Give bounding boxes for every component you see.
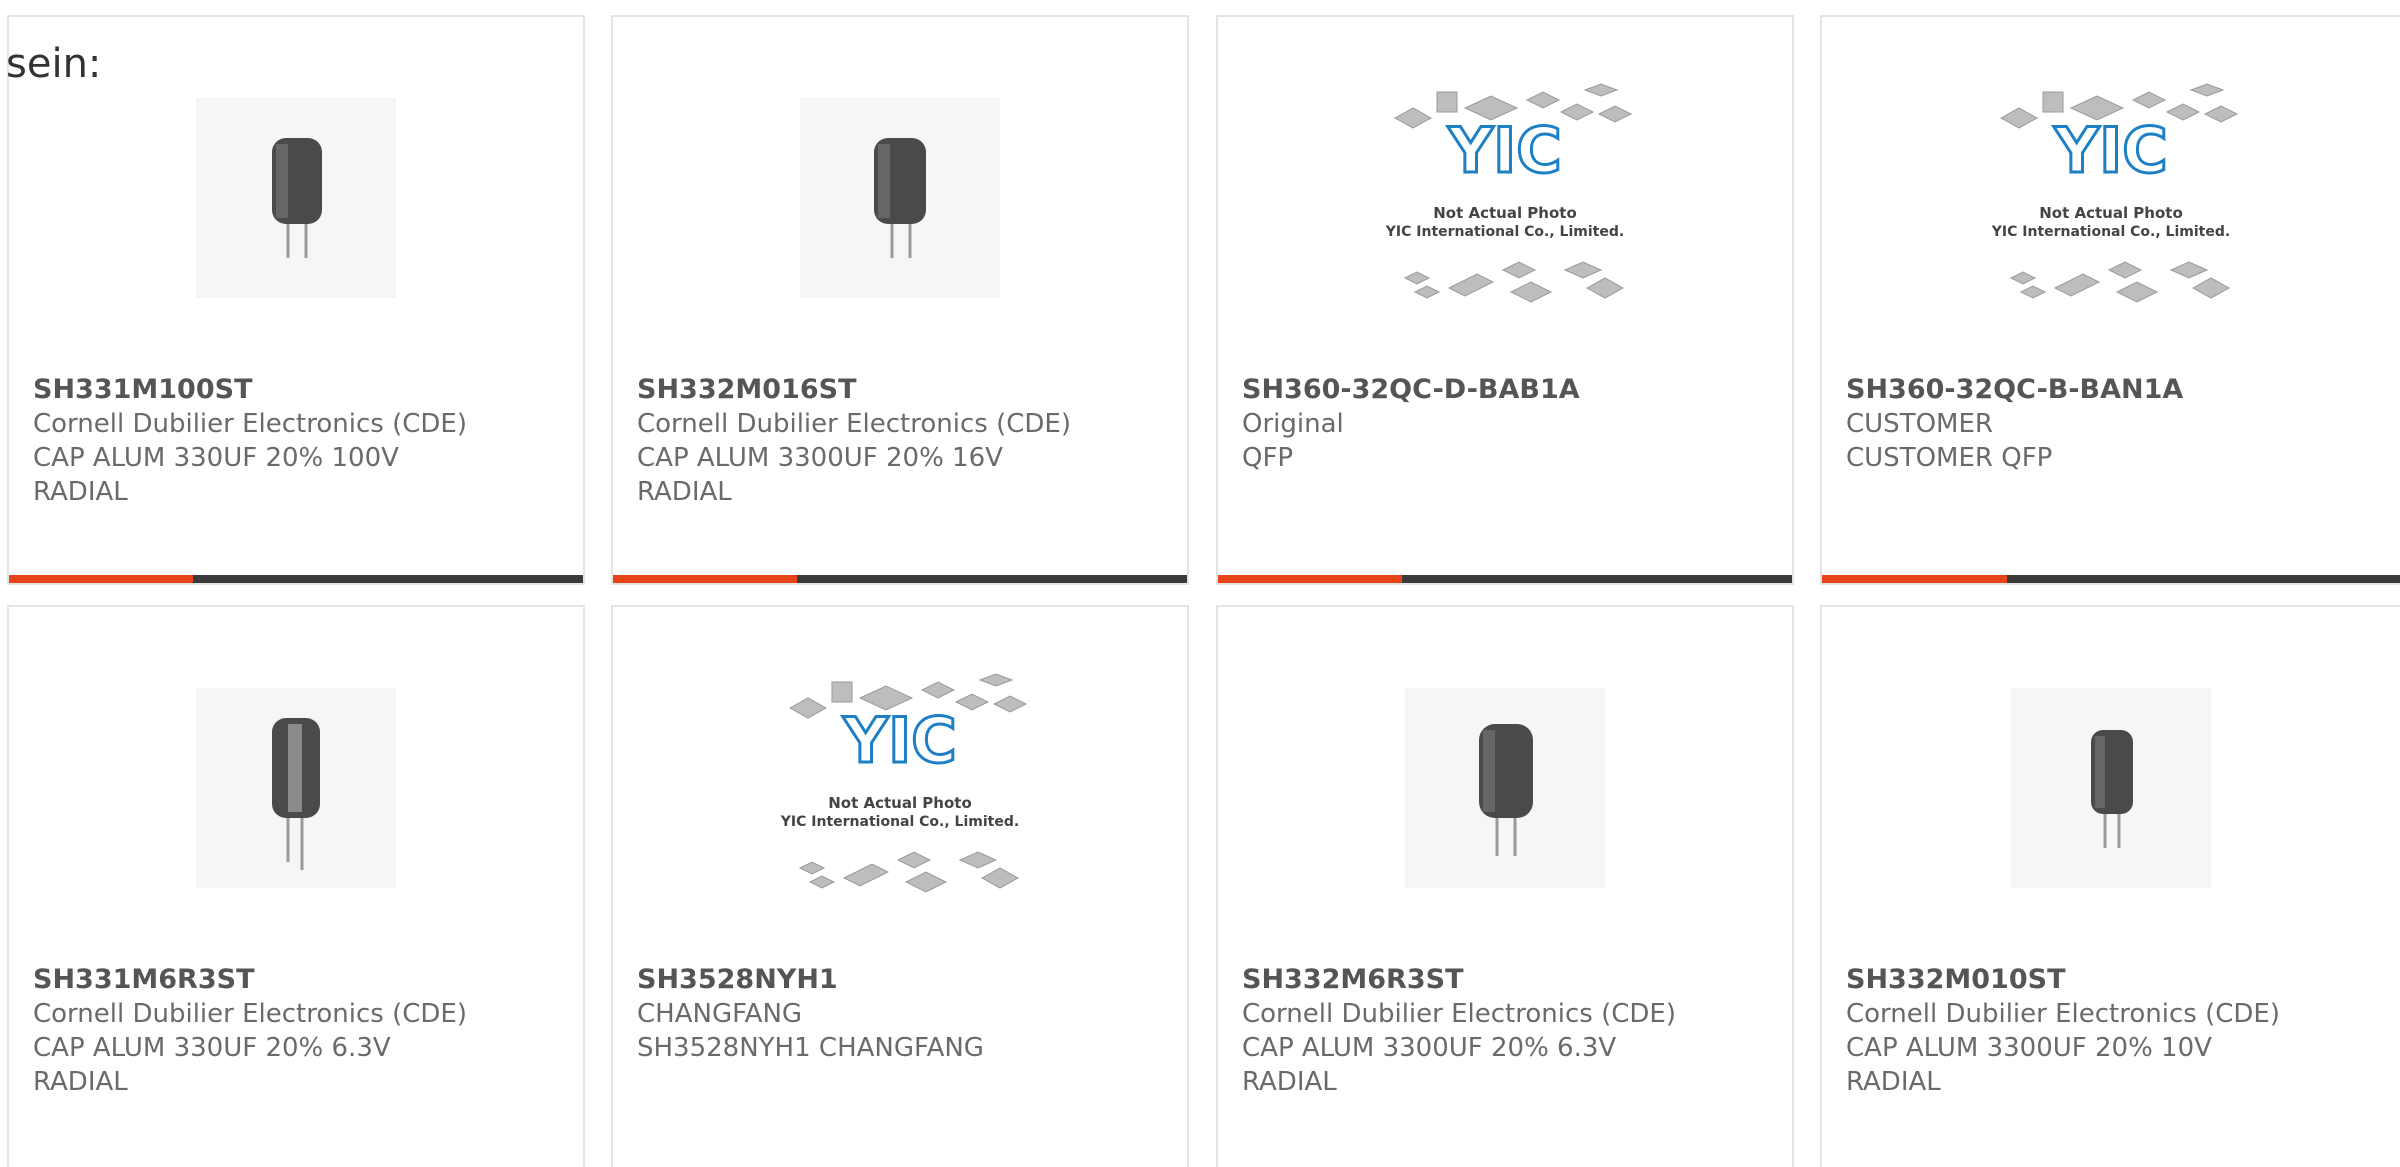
part-number[interactable]: SH360-32QC-D-BAB1A xyxy=(1242,373,1782,407)
product-image[interactable]: YIC Not Actual Photo YIC International C… xyxy=(613,673,1187,893)
capacitor-image xyxy=(2011,688,2211,888)
placeholder-caption: YIC International Co., Limited. xyxy=(780,814,1019,830)
description: CAP ALUM 330UF 20% 6.3V xyxy=(33,1033,391,1063)
manufacturer: Original xyxy=(1242,409,1344,439)
placeholder-caption: YIC International Co., Limited. xyxy=(1385,224,1624,240)
placeholder-caption: Not Actual Photo xyxy=(828,794,972,812)
part-number[interactable]: SH331M100ST xyxy=(33,373,573,407)
manufacturer: Cornell Dubilier Electronics (CDE) xyxy=(1846,999,2280,1029)
product-info: SH331M6R3ST Cornell Dubilier Electronics… xyxy=(33,963,573,1099)
card-bottom-bar xyxy=(1822,575,2400,583)
manufacturer: Cornell Dubilier Electronics (CDE) xyxy=(33,999,467,1029)
product-image[interactable] xyxy=(1218,683,1792,893)
capacitor-image xyxy=(196,98,396,298)
package: RADIAL xyxy=(33,1067,128,1097)
part-number[interactable]: SH360-32QC-B-BAN1A xyxy=(1846,373,2390,407)
product-info: SH3528NYH1 CHANGFANG SH3528NYH1 CHANGFAN… xyxy=(637,963,1177,1065)
product-card[interactable]: SH332M016ST Cornell Dubilier Electronics… xyxy=(611,15,1189,585)
product-card[interactable]: YIC Not Actual Photo YIC International C… xyxy=(611,605,1189,1167)
product-image[interactable] xyxy=(613,93,1187,303)
svg-text:YIC: YIC xyxy=(1447,114,1561,187)
card-bottom-bar xyxy=(9,575,583,583)
capacitor-image xyxy=(196,688,396,888)
product-card[interactable]: SH332M6R3ST Cornell Dubilier Electronics… xyxy=(1216,605,1794,1167)
product-image[interactable]: YIC Not Actual Photo YIC International C… xyxy=(1218,83,1792,303)
section-heading: sein: xyxy=(6,41,102,87)
card-accent xyxy=(9,575,193,583)
product-image[interactable] xyxy=(1822,683,2400,893)
svg-text:YIC: YIC xyxy=(2053,114,2167,187)
product-info: SH360-32QC-B-BAN1A CUSTOMER CUSTOMER QFP xyxy=(1846,373,2390,475)
part-number[interactable]: SH331M6R3ST xyxy=(33,963,573,997)
product-image[interactable] xyxy=(9,93,583,303)
part-number[interactable]: SH3528NYH1 xyxy=(637,963,1177,997)
product-card[interactable]: SH331M6R3ST Cornell Dubilier Electronics… xyxy=(7,605,585,1167)
description: CAP ALUM 3300UF 20% 10V xyxy=(1846,1033,2212,1063)
description: CUSTOMER QFP xyxy=(1846,443,2053,473)
placeholder-image: YIC Not Actual Photo YIC International C… xyxy=(1385,83,1633,303)
product-image[interactable] xyxy=(9,683,583,893)
package: RADIAL xyxy=(1242,1067,1337,1097)
product-info: SH360-32QC-D-BAB1A Original QFP xyxy=(1242,373,1782,475)
card-accent xyxy=(1218,575,1402,583)
description: SH3528NYH1 CHANGFANG xyxy=(637,1033,984,1063)
placeholder-image: YIC Not Actual Photo YIC International C… xyxy=(1991,83,2239,303)
product-card[interactable]: SH332M010ST Cornell Dubilier Electronics… xyxy=(1820,605,2400,1167)
product-card[interactable]: SH331M100ST Cornell Dubilier Electronics… xyxy=(7,15,585,585)
manufacturer: Cornell Dubilier Electronics (CDE) xyxy=(1242,999,1676,1029)
manufacturer: Cornell Dubilier Electronics (CDE) xyxy=(33,409,467,439)
product-grid-page: sein: SH331M100ST Cornell Dubilier Elect… xyxy=(0,0,2400,1167)
manufacturer: Cornell Dubilier Electronics (CDE) xyxy=(637,409,1071,439)
card-accent xyxy=(1822,575,2007,583)
product-info: SH332M016ST Cornell Dubilier Electronics… xyxy=(637,373,1177,509)
package: RADIAL xyxy=(1846,1067,1941,1097)
product-image[interactable]: YIC Not Actual Photo YIC International C… xyxy=(1822,83,2400,303)
description: CAP ALUM 3300UF 20% 16V xyxy=(637,443,1003,473)
manufacturer: CUSTOMER xyxy=(1846,409,1993,439)
product-card[interactable]: YIC Not Actual Photo YIC International C… xyxy=(1216,15,1794,585)
product-info: SH332M6R3ST Cornell Dubilier Electronics… xyxy=(1242,963,1782,1099)
placeholder-caption: Not Actual Photo xyxy=(2039,204,2183,222)
placeholder-image: YIC Not Actual Photo YIC International C… xyxy=(780,673,1028,893)
part-number[interactable]: SH332M6R3ST xyxy=(1242,963,1782,997)
part-number[interactable]: SH332M016ST xyxy=(637,373,1177,407)
product-card[interactable]: YIC Not Actual Photo YIC International C… xyxy=(1820,15,2400,585)
part-number[interactable]: SH332M010ST xyxy=(1846,963,2390,997)
product-info: SH331M100ST Cornell Dubilier Electronics… xyxy=(33,373,573,509)
manufacturer: CHANGFANG xyxy=(637,999,803,1029)
package: RADIAL xyxy=(33,477,128,507)
description: QFP xyxy=(1242,443,1294,473)
card-bottom-bar xyxy=(1218,575,1792,583)
placeholder-caption: Not Actual Photo xyxy=(1433,204,1577,222)
description: CAP ALUM 3300UF 20% 6.3V xyxy=(1242,1033,1617,1063)
description: CAP ALUM 330UF 20% 100V xyxy=(33,443,399,473)
product-info: SH332M010ST Cornell Dubilier Electronics… xyxy=(1846,963,2390,1099)
svg-text:YIC: YIC xyxy=(842,704,956,777)
package: RADIAL xyxy=(637,477,732,507)
capacitor-image xyxy=(800,98,1000,298)
card-accent xyxy=(613,575,797,583)
card-bottom-bar xyxy=(613,575,1187,583)
placeholder-caption: YIC International Co., Limited. xyxy=(1991,224,2230,240)
capacitor-image xyxy=(1405,688,1605,888)
